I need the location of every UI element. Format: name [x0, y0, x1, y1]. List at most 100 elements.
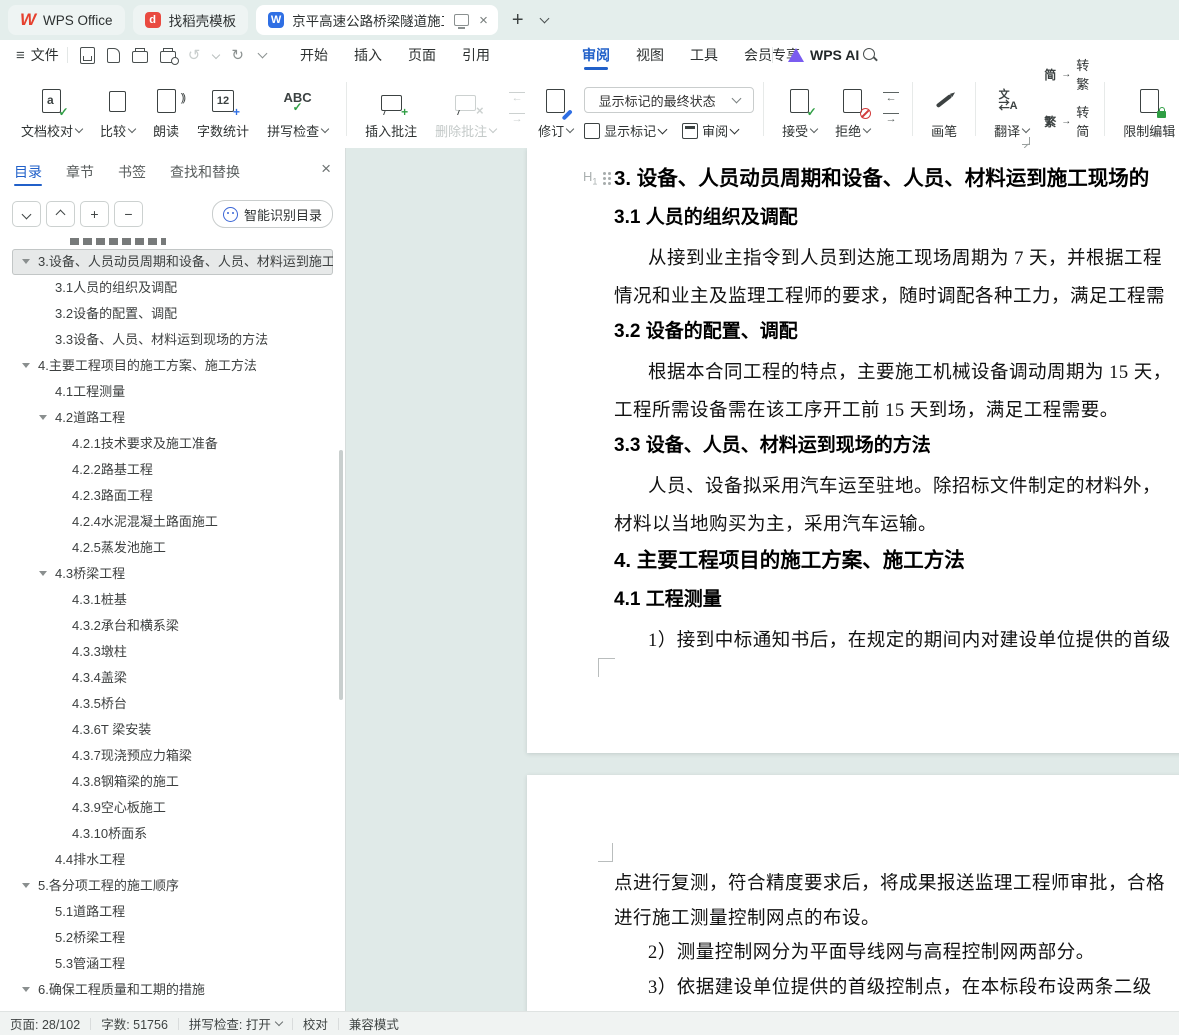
read-aloud-button[interactable]: )) 朗读 [144, 78, 188, 140]
toc-item[interactable]: 5.2桥梁工程 [12, 925, 333, 951]
toc-item[interactable]: 4.2.2路基工程 [12, 457, 333, 483]
menu-item[interactable]: 开始 [300, 40, 328, 70]
collapse-arrow-icon[interactable] [22, 987, 30, 992]
previous-revision-icon[interactable]: ← [883, 92, 900, 105]
pane-tab[interactable]: 目录 [14, 158, 42, 186]
toc-item[interactable]: 4.2.3路面工程 [12, 483, 333, 509]
expand-all-button[interactable] [12, 201, 41, 227]
menu-item[interactable]: 工具 [690, 40, 718, 70]
collapse-arrow-icon[interactable] [22, 259, 30, 264]
sidebar-scrollbar[interactable] [339, 450, 343, 700]
accept-revision-button[interactable]: ✓ 接受 [773, 78, 826, 140]
toc-item[interactable]: 4.3.6T 梁安装 [12, 717, 333, 743]
tab-wps-office[interactable]: W WPS Office [8, 5, 125, 35]
close-tab-icon[interactable]: × [477, 13, 490, 28]
toc-item[interactable]: 4.2.4水泥混凝土路面施工 [12, 509, 333, 535]
menu-item[interactable]: 页面 [408, 40, 436, 70]
spell-check-status[interactable]: 拼写检查: 打开 [189, 1014, 284, 1033]
restrict-editing-button[interactable]: 限制编辑 [1114, 78, 1179, 140]
document-page-1[interactable]: H1 3. 设备、人员动员周期和设备、人员、材料运到施工现场的 3.1 人员的组… [527, 148, 1179, 753]
word-count-indicator[interactable]: 字数: 51756 [101, 1014, 168, 1033]
save-icon[interactable] [79, 46, 95, 64]
previous-comment-icon[interactable]: ← [509, 92, 526, 105]
toc-item[interactable]: 4.2.5蒸发池施工 [12, 535, 333, 561]
translate-button[interactable]: 文⇄A 翻译 [985, 78, 1038, 140]
tab-list-chevron-icon[interactable] [539, 13, 549, 24]
close-pane-icon[interactable]: × [321, 160, 331, 177]
toc-item[interactable]: 4.主要工程项目的施工方案、施工方法 [12, 353, 333, 379]
menu-item[interactable]: 引用 [462, 40, 490, 70]
toc-item[interactable]: 3.设备、人员动员周期和设备、人员、材料运到施工 ... [12, 249, 333, 275]
toc-item[interactable]: 4.4排水工程 [12, 847, 333, 873]
print-icon[interactable] [131, 47, 148, 63]
toc-item[interactable]: 4.3.8钢箱梁的施工 [12, 769, 333, 795]
toc-item[interactable]: 4.3.3墩柱 [12, 639, 333, 665]
new-tab-button[interactable]: + [506, 10, 530, 30]
markup-state-dropdown[interactable]: 显示标记的最终状态 [584, 87, 755, 113]
smart-toc-button[interactable]: 智能识别目录 [211, 200, 333, 228]
compare-button[interactable]: 比较 [91, 78, 144, 140]
toc-item[interactable]: 4.1工程测量 [12, 379, 333, 405]
doc-proofing-button[interactable]: a ✓ 文档校对 [12, 78, 91, 140]
ink-brush-button[interactable]: 画笔 [922, 78, 966, 140]
zoom-out-button[interactable]: − [114, 201, 143, 227]
delete-comment-button[interactable]: × 删除批注 [426, 78, 505, 140]
toc-item[interactable]: 5.3管涵工程 [12, 951, 333, 977]
tab-active-document[interactable]: W 京平高速公路桥梁隧道施工组织 × [256, 5, 498, 35]
pane-tab[interactable]: 书签 [118, 158, 146, 186]
toc-item[interactable]: 5.1道路工程 [12, 899, 333, 925]
redo-icon[interactable]: ↻ [231, 48, 244, 63]
undo-chevron-icon[interactable] [212, 50, 221, 60]
toc-item[interactable]: 3.1人员的组织及调配 [12, 275, 333, 301]
toc-item[interactable]: 4.3.1桩基 [12, 587, 333, 613]
undo-icon[interactable]: ↺ [188, 48, 201, 63]
menu-item[interactable]: 视图 [636, 40, 664, 70]
collapse-all-button[interactable] [46, 201, 75, 227]
collapse-arrow-icon[interactable] [22, 363, 30, 368]
pane-tab[interactable]: 章节 [66, 158, 94, 186]
pane-tab[interactable]: 查找和替换 [170, 158, 240, 186]
toc-item[interactable]: 4.3.9空心板施工 [12, 795, 333, 821]
zoom-in-button[interactable]: + [80, 201, 109, 227]
toc-item[interactable]: 4.3.10桥面系 [12, 821, 333, 847]
spell-check-button[interactable]: ABC ✓ 拼写检查 [258, 78, 337, 140]
document-page-2[interactable]: 点进行复测，符合精度要求后，将成果报送监理工程师审批，合格 进行施工测量控制网点… [527, 775, 1179, 1012]
toc-item[interactable]: 5.各分项工程的施工顺序 [12, 873, 333, 899]
toc-item[interactable]: 4.3.7现浇预应力箱梁 [12, 743, 333, 769]
group-expand-icon[interactable] [1022, 137, 1030, 145]
menu-item[interactable]: 审阅 [582, 40, 610, 70]
search-icon[interactable] [863, 48, 875, 60]
heading-drag-handle[interactable]: H1 [583, 170, 612, 189]
track-changes-button[interactable]: 修订 [529, 78, 582, 140]
proofing-button[interactable]: 校对 [303, 1014, 328, 1033]
reject-revision-button[interactable]: 拒绝 [826, 78, 879, 140]
collapse-arrow-icon[interactable] [39, 571, 47, 576]
toc-item[interactable]: 3.2设备的配置、调配 [12, 301, 333, 327]
collapse-arrow-icon[interactable] [22, 883, 30, 888]
show-markup-button[interactable]: 显示标记 [584, 121, 668, 140]
toolbar-more-chevron-icon[interactable] [257, 48, 268, 59]
print-preview-icon[interactable] [159, 47, 179, 65]
review-pane-button[interactable]: 审阅 [682, 121, 740, 140]
export-pdf-icon[interactable] [106, 47, 120, 63]
page-indicator[interactable]: 页面: 28/102 [10, 1014, 80, 1033]
toc-item[interactable]: 4.3桥梁工程 [12, 561, 333, 587]
menu-item[interactable]: 插入 [354, 40, 382, 70]
next-revision-icon[interactable]: → [883, 113, 900, 126]
toc-item[interactable]: 4.2道路工程 [12, 405, 333, 431]
next-comment-icon[interactable]: → [509, 113, 526, 126]
insert-comment-button[interactable]: + 插入批注 [356, 78, 426, 140]
word-count-button[interactable]: 12 + 字数统计 [188, 78, 258, 140]
toc-item[interactable]: 4.3.2承台和横系梁 [12, 613, 333, 639]
toc-item[interactable]: 4.3.5桥台 [12, 691, 333, 717]
simplified-to-traditional-button[interactable]: 简 → 转繁 [1044, 55, 1089, 93]
toc-item[interactable]: 4.3.4盖梁 [12, 665, 333, 691]
file-menu-button[interactable]: ≡ 文件 [16, 45, 59, 65]
collapse-arrow-icon[interactable] [39, 415, 47, 420]
wps-ai-button[interactable]: WPS AI [788, 47, 859, 63]
tab-docer-templates[interactable]: d 找稻壳模板 [132, 5, 249, 35]
present-mode-icon[interactable] [454, 14, 470, 29]
toc-item[interactable]: 6.确保工程质量和工期的措施 [12, 977, 333, 1003]
traditional-to-simplified-button[interactable]: 繁 → 转简 [1044, 102, 1089, 140]
toc-item[interactable]: 3.3设备、人员、材料运到现场的方法 [12, 327, 333, 353]
